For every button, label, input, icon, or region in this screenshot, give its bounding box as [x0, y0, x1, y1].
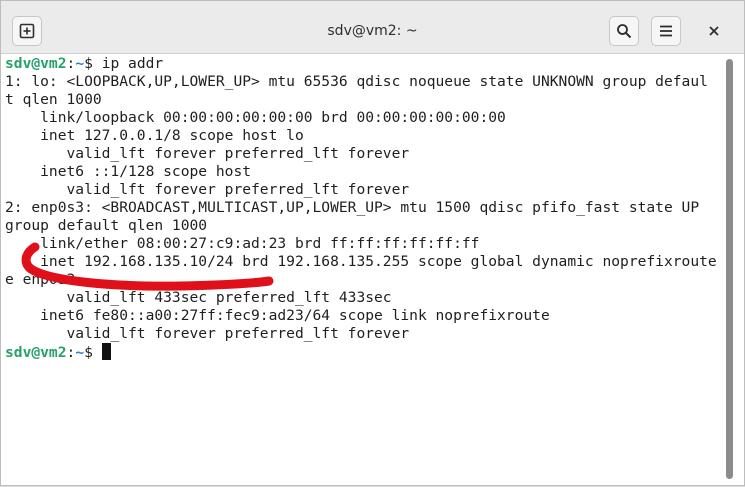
active-prompt-line[interactable]: sdv@vm2:~$ — [5, 343, 725, 361]
prompt-path: ~ — [75, 55, 85, 72]
output-line: link/loopback 00:00:00:00:00:00 brd 00:0… — [5, 109, 506, 126]
output-line: inet 127.0.0.1/8 scope host lo — [5, 127, 304, 144]
prompt-separator: : — [66, 55, 76, 72]
output-line: valid_lft 433sec preferred_lft 433sec — [5, 289, 392, 306]
terminal-output[interactable]: sdv@vm2:~$ ip addr 1: lo: <LOOPBACK,UP,L… — [5, 55, 725, 485]
output-line: e enp0s3 — [5, 271, 76, 288]
output-line: inet6 fe80::a00:27ff:fec9:ad23/64 scope … — [5, 307, 550, 324]
scrollbar[interactable] — [726, 55, 737, 485]
output-line: 1: lo: <LOOPBACK,UP,LOWER_UP> mtu 65536 … — [5, 73, 708, 90]
prompt-path: ~ — [75, 344, 85, 361]
prompt-symbol: $ — [84, 344, 102, 361]
output-line: 2: enp0s3: <BROADCAST,MULTICAST,UP,LOWER… — [5, 199, 700, 216]
command-text: ip addr — [101, 55, 164, 72]
output-line: t qlen 1000 — [5, 91, 102, 108]
output-line: group default qlen 1000 — [5, 217, 208, 234]
terminal-window: sdv@vm2: ~ sdv@vm2:~$ ip addr 1: lo: <LO… — [0, 0, 745, 486]
close-button[interactable] — [699, 16, 729, 46]
prompt-symbol: $ — [84, 55, 102, 72]
text-cursor — [101, 343, 111, 360]
command-line: sdv@vm2:~$ ip addr — [5, 55, 725, 73]
prompt-user: sdv@vm2 — [5, 344, 67, 361]
output-line: inet 192.168.135.10/24 brd 192.168.135.2… — [5, 253, 717, 270]
output-line: valid_lft forever preferred_lft forever — [5, 181, 410, 198]
title-bar[interactable]: sdv@vm2: ~ — [1, 1, 744, 54]
prompt-separator: : — [66, 344, 76, 361]
search-button[interactable] — [609, 16, 639, 46]
scrollbar-thumb[interactable] — [726, 59, 733, 479]
output-line: inet6 ::1/128 scope host — [5, 163, 252, 180]
output-line: valid_lft forever preferred_lft forever — [5, 145, 410, 162]
close-icon — [709, 26, 719, 36]
output-line: link/ether 08:00:27:c9:ad:23 brd ff:ff:f… — [5, 235, 480, 252]
search-icon — [617, 24, 632, 39]
prompt-user: sdv@vm2 — [5, 55, 67, 72]
output-line: valid_lft forever preferred_lft forever — [5, 325, 410, 342]
menu-button[interactable] — [651, 16, 681, 46]
hamburger-menu-icon — [660, 25, 672, 37]
